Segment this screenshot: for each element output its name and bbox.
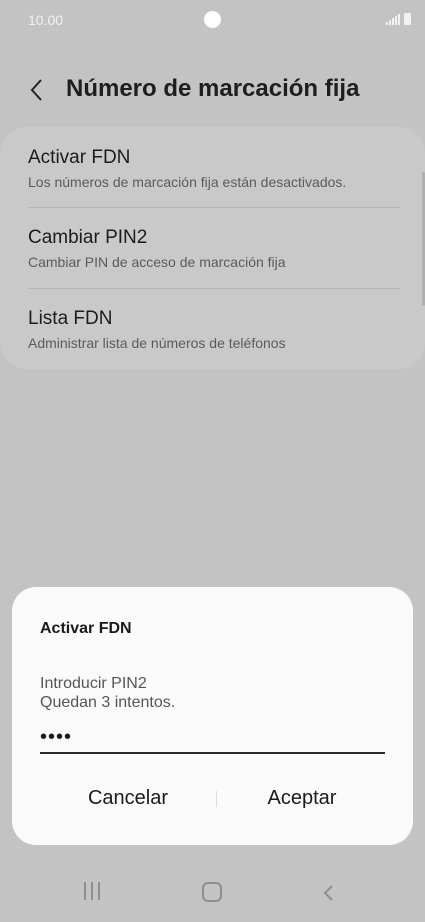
nav-back-chevron-icon: [323, 885, 333, 901]
status-icons: [386, 13, 411, 25]
pin2-dialog: Activar FDN Introducir PIN2 Quedan 3 int…: [12, 587, 413, 845]
back-button[interactable]: [27, 77, 47, 103]
setting-item-title: Cambiar PIN2: [28, 227, 148, 248]
cancel-button[interactable]: Cancelar: [28, 782, 228, 814]
setting-item-activar-fdn[interactable]: Activar FDN Los números de marcación fij…: [28, 147, 346, 190]
setting-item-subtitle: Los números de marcación fija están desa…: [28, 174, 347, 190]
home-icon[interactable]: [202, 882, 222, 902]
recent-apps-icon[interactable]: [84, 882, 100, 900]
setting-item-cambiar-pin2[interactable]: Cambiar PIN2 Cambiar PIN de acceso de ma…: [28, 227, 286, 270]
signal-icon: [386, 14, 400, 25]
accept-button[interactable]: Aceptar: [202, 782, 402, 814]
dialog-title: Activar FDN: [40, 620, 132, 637]
camera-cutout: [204, 11, 221, 28]
setting-item-subtitle: Administrar lista de números de teléfono…: [28, 335, 286, 351]
dialog-message-line2: Quedan 3 intentos.: [40, 694, 176, 711]
chevron-left-icon: [30, 79, 42, 101]
status-time: 10.00: [28, 12, 64, 28]
page-title: Número de marcación fija: [66, 75, 360, 102]
divider: [28, 288, 401, 289]
pin2-input[interactable]: [40, 722, 385, 754]
dialog-message: Introducir PIN2 Quedan 3 intentos.: [40, 674, 175, 712]
navigation-bar: [0, 876, 425, 922]
setting-item-lista-fdn[interactable]: Lista FDN Administrar lista de números d…: [28, 308, 286, 351]
back-icon[interactable]: [322, 882, 336, 904]
status-bar: 10.00: [0, 0, 425, 44]
divider: [28, 207, 401, 208]
battery-icon: [404, 13, 411, 25]
setting-item-title: Lista FDN: [28, 308, 113, 329]
setting-item-subtitle: Cambiar PIN de acceso de marcación fija: [28, 254, 286, 270]
dialog-actions: Cancelar Aceptar: [12, 782, 413, 816]
settings-card: Activar FDN Los números de marcación fij…: [0, 127, 425, 369]
setting-item-title: Activar FDN: [28, 147, 131, 168]
app-header: Número de marcación fija: [0, 66, 425, 114]
dialog-message-line1: Introducir PIN2: [40, 675, 147, 692]
